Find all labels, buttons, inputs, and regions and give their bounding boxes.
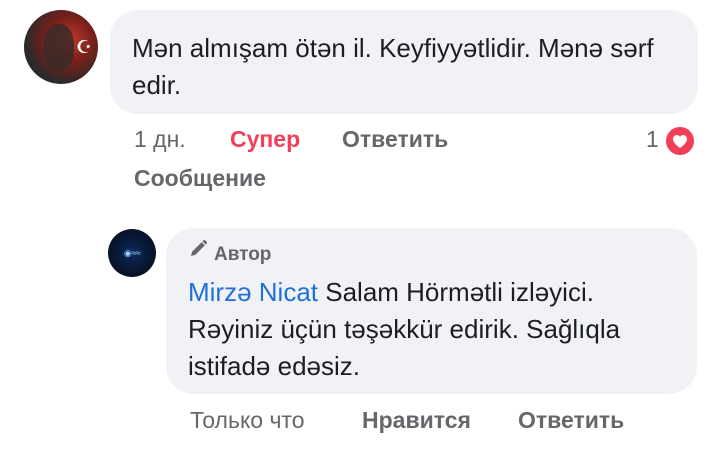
avatar-face xyxy=(44,24,74,70)
reaction-count[interactable]: 1 xyxy=(646,126,659,153)
reply-bubble: Автор Mirzə Nicat Salam Hörmətli izləyic… xyxy=(166,228,697,394)
like-button[interactable]: Нравится xyxy=(362,407,471,434)
pencil-icon xyxy=(188,239,208,267)
channel-logo-icon: ◉≈≈ xyxy=(123,248,141,258)
heart-icon[interactable] xyxy=(664,125,696,157)
reply-reply-button[interactable]: Ответить xyxy=(518,407,624,434)
commenter-avatar[interactable]: ☪ xyxy=(24,10,98,84)
reply-button[interactable]: Ответить xyxy=(342,126,448,153)
message-button[interactable]: Сообщение xyxy=(134,165,266,192)
reply-text-block: Mirzə Nicat Salam Hörmətli izləyici. Rəy… xyxy=(188,274,675,385)
crescent-star-icon: ☪ xyxy=(76,37,93,57)
author-avatar[interactable]: ◉≈≈ xyxy=(108,229,156,277)
reply-timestamp[interactable]: Только что xyxy=(190,407,305,434)
comment-text: Mən almışam ötən il. Keyfiyyətlidir. Mən… xyxy=(132,33,654,100)
comment-timestamp[interactable]: 1 дн. xyxy=(134,126,186,153)
comment-bubble: Mən almışam ötən il. Keyfiyyətlidir. Mən… xyxy=(110,10,698,114)
author-name-link[interactable]: Mirzə Nicat xyxy=(188,277,318,307)
author-badge: Автор xyxy=(188,239,675,268)
author-badge-label: Автор xyxy=(214,244,272,265)
reaction-button[interactable]: Супер xyxy=(230,126,300,153)
